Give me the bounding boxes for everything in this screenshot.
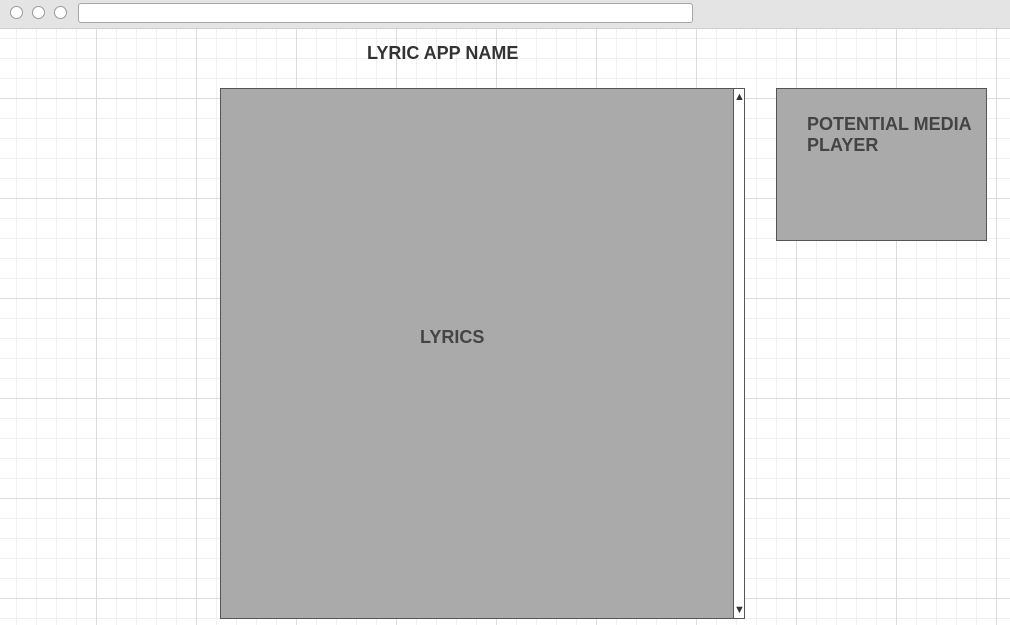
scroll-down-icon[interactable]: ▼ [734,604,745,616]
window-titlebar [0,0,1010,29]
scroll-up-icon[interactable]: ▲ [734,91,745,103]
media-player-panel[interactable]: POTENTIAL MEDIA PLAYER [776,88,987,241]
maximize-button[interactable] [54,6,67,19]
minimize-button[interactable] [32,6,45,19]
lyrics-panel: LYRICS ▲ ▼ [220,88,745,619]
lyrics-scrollbar[interactable]: ▲ ▼ [733,89,745,618]
close-button[interactable] [10,6,23,19]
app-title: LYRIC APP NAME [367,43,519,63]
lyrics-label: LYRICS [420,327,485,347]
media-player-label: POTENTIAL MEDIA PLAYER [807,114,972,155]
address-bar[interactable] [78,3,693,23]
